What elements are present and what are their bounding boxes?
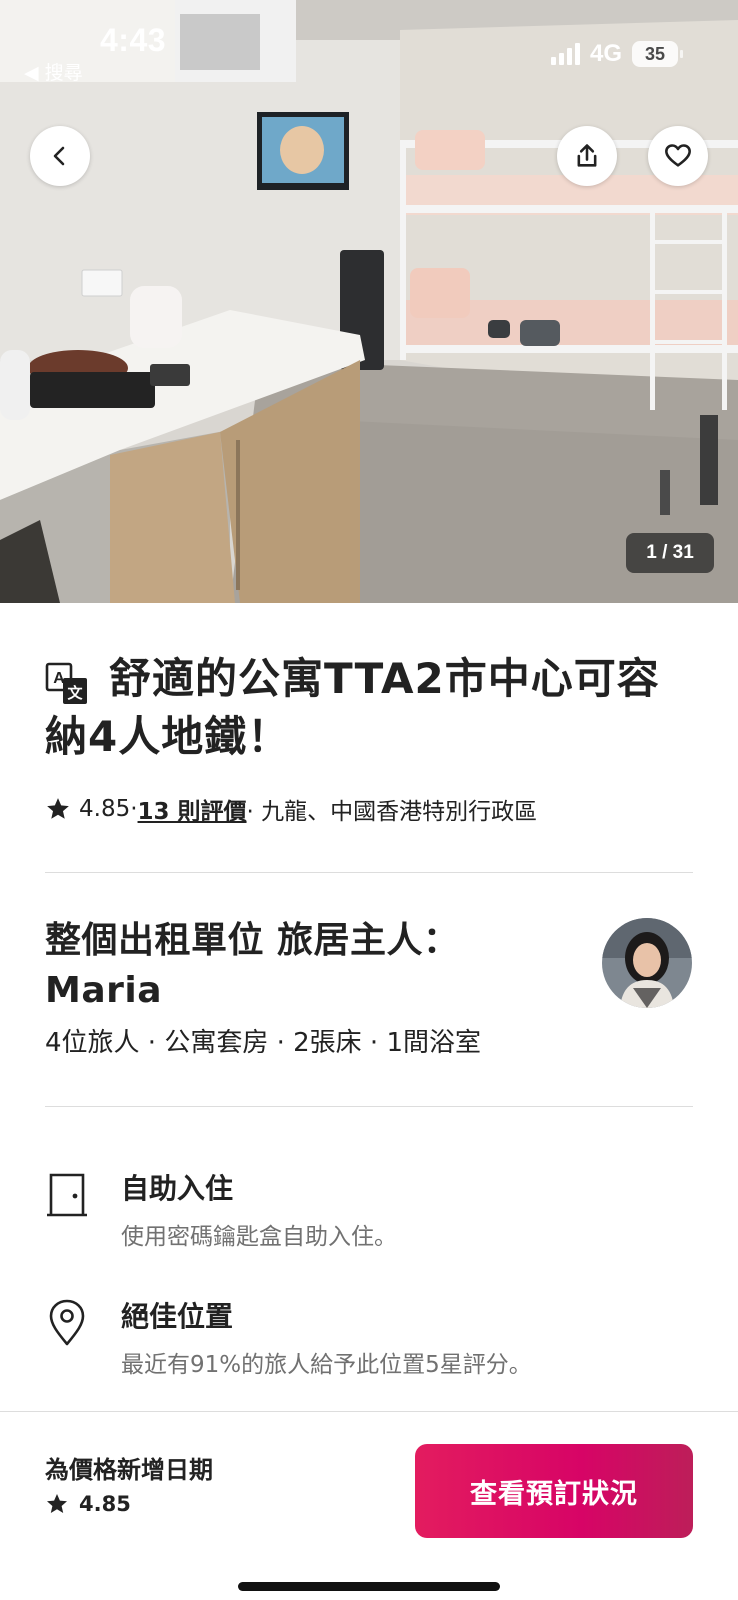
feature-self-checkin: 自助入住 使用密碼鑰匙盒自助入住。: [45, 1167, 695, 1257]
section-divider: [45, 872, 693, 873]
check-availability-button[interactable]: 查看預訂狀況: [415, 1444, 693, 1538]
rating-value: 4.85: [79, 796, 131, 822]
bottom-rating: 4.85: [45, 1492, 131, 1516]
location-text: · 九龍、中國香港特別行政區: [246, 799, 538, 825]
listing-title: 舒適的公寓TTA2市中心可容納4人地鐵！: [45, 654, 660, 761]
listing-photo[interactable]: 4:43 ◀ 搜尋 4G 35 1 / 31: [0, 0, 738, 603]
feature-great-location: 絕佳位置 最近有91%的旅人給予此位置5星評分。: [45, 1295, 695, 1385]
star-icon: [47, 1494, 67, 1513]
listing-capacity: 4位旅人 · 公寓套房 · 2張床 · 1間浴室: [45, 1028, 482, 1058]
feature-title: 自助入住: [121, 1172, 234, 1205]
separator: ·: [130, 796, 138, 822]
feature-description: 使用密碼鑰匙盒自助入住。: [121, 1224, 397, 1250]
location-pin-icon: [49, 1299, 85, 1346]
add-dates-link[interactable]: 為價格新增日期: [45, 1450, 213, 1485]
back-button[interactable]: [30, 126, 90, 186]
rating-summary: 4.85 · 13 則評價 · 九龍、中國香港特別行政區: [45, 792, 537, 826]
host-photo: [602, 918, 692, 1008]
star-icon: [47, 798, 69, 819]
feature-description: 最近有91%的旅人給予此位置5星評分。: [121, 1352, 532, 1378]
heart-icon: [665, 144, 691, 167]
network-type: 4G: [589, 40, 622, 67]
host-heading: 整個出租單位 旅居主人：Maria: [45, 920, 460, 1011]
battery-level: 35: [644, 43, 666, 64]
translate-icon[interactable]: A 文: [45, 662, 89, 706]
save-favorite-button[interactable]: [648, 126, 708, 186]
share-button[interactable]: [557, 126, 617, 186]
door-icon: [47, 1173, 87, 1217]
svg-text:文: 文: [67, 684, 83, 702]
status-time: 4:43: [100, 22, 167, 58]
status-indicators: 4G 35: [550, 40, 683, 68]
share-icon: [577, 144, 597, 167]
feature-title: 絕佳位置: [121, 1300, 234, 1333]
host-avatar[interactable]: [602, 918, 692, 1008]
room-photo: [0, 0, 738, 603]
photo-counter: 1 / 31: [626, 533, 714, 573]
rating-value: 4.85: [79, 1492, 131, 1516]
listing-title-block: A 文 舒適的公寓TTA2市中心可容納4人地鐵！: [45, 650, 695, 766]
signal-icon: [550, 43, 580, 65]
chevron-left-icon: [53, 146, 65, 166]
booking-bar: 為價格新增日期 4.85 查看預訂狀況: [0, 1412, 738, 1600]
section-divider: [45, 1106, 693, 1107]
home-indicator[interactable]: [238, 1582, 500, 1591]
reviews-link[interactable]: 13 則評價: [138, 792, 247, 826]
battery-icon: 35: [632, 41, 683, 67]
back-to-app-link[interactable]: ◀ 搜尋: [24, 58, 83, 85]
